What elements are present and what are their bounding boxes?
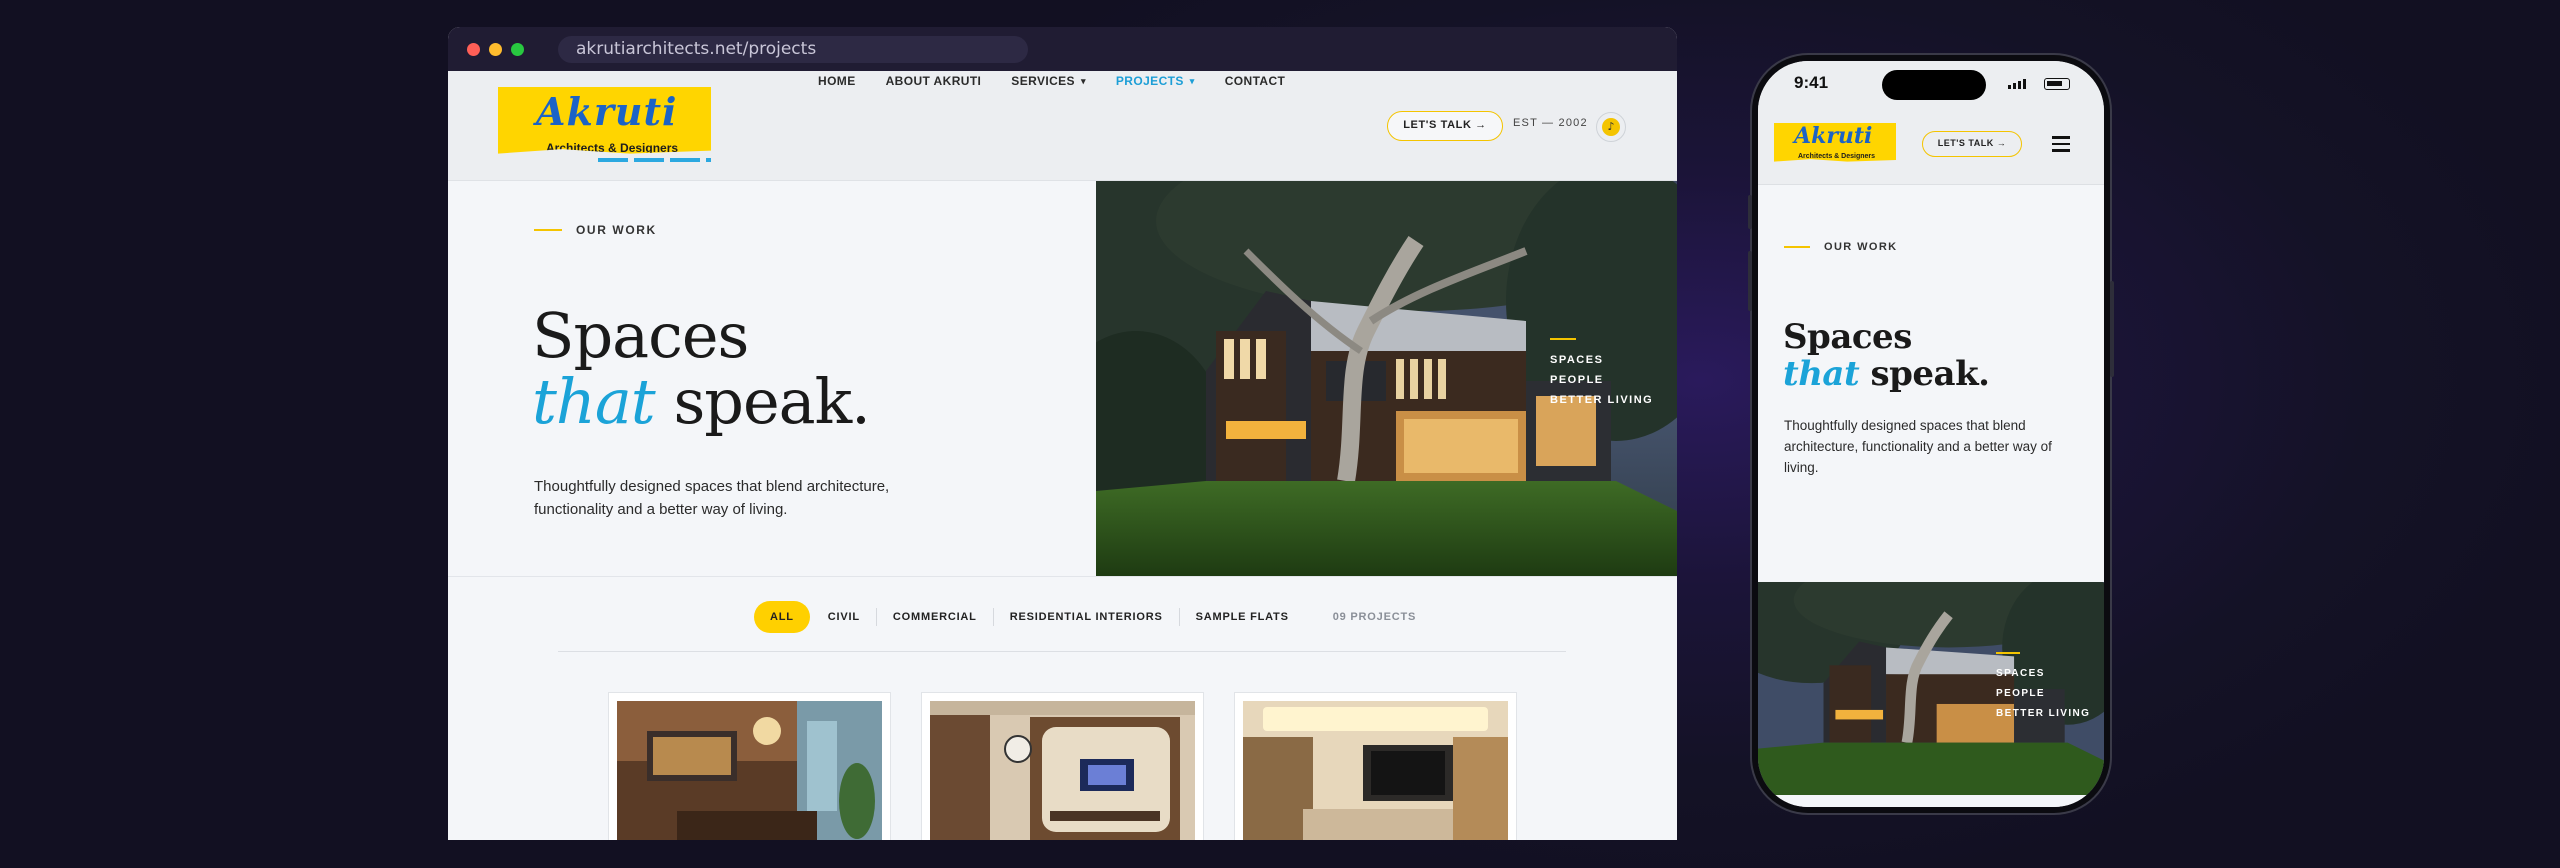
project-card-dining[interactable] xyxy=(608,692,891,840)
living-room-image xyxy=(1243,701,1508,840)
close-window-icon[interactable] xyxy=(467,43,480,56)
photo-label-people: PEOPLE xyxy=(1996,688,2045,699)
photo-label-better-living: BETTER LIVING xyxy=(1996,708,2091,719)
photo-label-better-living: BETTER LIVING xyxy=(1550,394,1654,406)
hero-photo-labels: SPACES PEOPLE BETTER LIVING xyxy=(1550,338,1653,410)
headline-accent: that xyxy=(1783,354,1860,394)
nav-label: SERVICES xyxy=(1011,74,1075,88)
nav-item-services[interactable]: SERVICES ▾ xyxy=(1011,71,1086,91)
eyebrow-line xyxy=(534,229,562,231)
nav-item-contact[interactable]: CONTACT xyxy=(1225,71,1286,91)
signal-icon xyxy=(2008,79,2026,89)
hero-text-panel: OUR WORK Spaces that speak. Thoughtfully… xyxy=(448,181,1096,576)
minimize-window-icon[interactable] xyxy=(489,43,502,56)
nav-item-projects[interactable]: PROJECTS ▾ xyxy=(1116,71,1195,91)
battery-icon xyxy=(2044,78,2070,90)
mobile-hero-eyebrow: OUR WORK xyxy=(1784,241,1898,253)
chevron-down-icon: ▾ xyxy=(1189,75,1195,86)
logo-tagline: Architects & Designers xyxy=(1798,153,1876,160)
filter-all[interactable]: ALL xyxy=(754,601,810,633)
headline-line1: Spaces xyxy=(1783,317,1912,357)
dynamic-island xyxy=(1882,70,1986,100)
lets-talk-button[interactable]: LET'S TALK → xyxy=(1387,111,1503,141)
phone-screen: 9:41 Akruti Architects & Designers LET'S… xyxy=(1758,61,2104,807)
headline-rest: speak. xyxy=(1859,354,1990,394)
filter-tabs: ALL CIVIL COMMERCIAL RESIDENTIAL INTERIO… xyxy=(754,601,1416,633)
mobile-hero-subcopy: Thoughtfully designed spaces that blend … xyxy=(1784,418,2052,475)
site-header: Akruti Architects & Designers HOME ABOUT… xyxy=(448,71,1677,181)
sun-icon: ♪ xyxy=(1602,118,1620,136)
eyebrow-line xyxy=(1784,246,1810,248)
mobile-page-bottom xyxy=(1758,795,2104,807)
hero-headline: Spaces that speak. xyxy=(532,303,871,438)
headline-accent: that xyxy=(532,365,656,438)
theme-toggle-button[interactable]: ♪ xyxy=(1596,112,1626,142)
website-page: Akruti Architects & Designers HOME ABOUT… xyxy=(448,71,1677,840)
nav-label: HOME xyxy=(818,74,856,88)
project-card-living[interactable] xyxy=(1234,692,1517,840)
tv-lounge-image xyxy=(930,701,1195,840)
project-card-tv-lounge[interactable] xyxy=(921,692,1204,840)
phone-side-button xyxy=(2110,281,2114,377)
phone-side-button xyxy=(1748,251,1752,311)
photo-label-bar xyxy=(1550,338,1576,340)
mobile-hero-headline: Spaces that speak. xyxy=(1783,317,1990,394)
photo-label-people: PEOPLE xyxy=(1550,374,1604,386)
eyebrow-text: OUR WORK xyxy=(1824,241,1898,253)
logo-wordmark: Akruti xyxy=(536,89,678,134)
address-bar[interactable]: akrutiarchitects.net/projects xyxy=(558,36,1028,63)
hamburger-icon[interactable] xyxy=(2052,136,2070,156)
hero-house-photo: SPACES PEOPLE BETTER LIVING xyxy=(1096,181,1677,576)
logo-stripes xyxy=(598,158,711,162)
filter-residential-interiors[interactable]: RESIDENTIAL INTERIORS xyxy=(994,608,1180,626)
mobile-site-header: Akruti Architects & Designers LET'S TALK… xyxy=(1758,113,2104,185)
established-label: EST — 2002 xyxy=(1513,117,1588,129)
filter-commercial[interactable]: COMMERCIAL xyxy=(877,608,994,626)
phone-side-button xyxy=(1748,195,1752,229)
status-time: 9:41 xyxy=(1794,73,1829,92)
photo-label-bar xyxy=(1996,652,2020,654)
hero-eyebrow: OUR WORK xyxy=(534,223,657,237)
headline-line1: Spaces xyxy=(532,299,749,372)
project-count: 09 PROJECTS xyxy=(1332,611,1417,623)
mobile-akruti-logo[interactable]: Akruti Architects & Designers xyxy=(1774,123,1896,162)
project-filters-section: ALL CIVIL COMMERCIAL RESIDENTIAL INTERIO… xyxy=(448,576,1677,840)
main-nav: HOME ABOUT AKRUTI SERVICES ▾ PROJECTS ▾ CO… xyxy=(818,71,1315,91)
nav-label: ABOUT AKRUTI xyxy=(885,74,982,88)
browser-window: akrutiarchitects.net/projects Akruti Arc… xyxy=(448,27,1677,840)
mobile-hero-house-photo: SPACES PEOPLE BETTER LIVING xyxy=(1758,582,2104,795)
nav-label: CONTACT xyxy=(1224,74,1286,88)
photo-label-spaces: SPACES xyxy=(1996,668,2045,679)
nav-item-about[interactable]: ABOUT AKRUTI xyxy=(886,71,982,91)
logo-wordmark: Akruti xyxy=(1794,123,1873,149)
nav-label: PROJECTS xyxy=(1115,74,1184,88)
browser-toolbar: akrutiarchitects.net/projects xyxy=(448,27,1677,71)
filter-civil[interactable]: CIVIL xyxy=(812,608,877,626)
maximize-window-icon[interactable] xyxy=(511,43,524,56)
headline-rest: speak. xyxy=(654,365,870,438)
mobile-lets-talk-button[interactable]: LET'S TALK → xyxy=(1922,131,2022,157)
eyebrow-text: OUR WORK xyxy=(576,223,657,237)
akruti-logo[interactable]: Akruti Architects & Designers xyxy=(498,87,711,155)
dining-room-image xyxy=(617,701,882,840)
photo-label-spaces: SPACES xyxy=(1550,354,1604,366)
hero-subcopy: Thoughtfully designed spaces that blend … xyxy=(534,478,890,518)
chevron-down-icon: ▾ xyxy=(1080,75,1086,86)
filter-divider xyxy=(558,651,1566,652)
filter-sample-flats[interactable]: SAMPLE FLATS xyxy=(1180,608,1305,626)
mobile-photo-labels: SPACES PEOPLE BETTER LIVING xyxy=(1996,652,2090,724)
phone-frame: 9:41 Akruti Architects & Designers LET'S… xyxy=(1748,55,2114,813)
nav-item-home[interactable]: HOME xyxy=(818,71,856,91)
logo-tagline: Architects & Designers xyxy=(546,141,679,155)
phone-status-bar: 9:41 xyxy=(1758,61,2104,113)
